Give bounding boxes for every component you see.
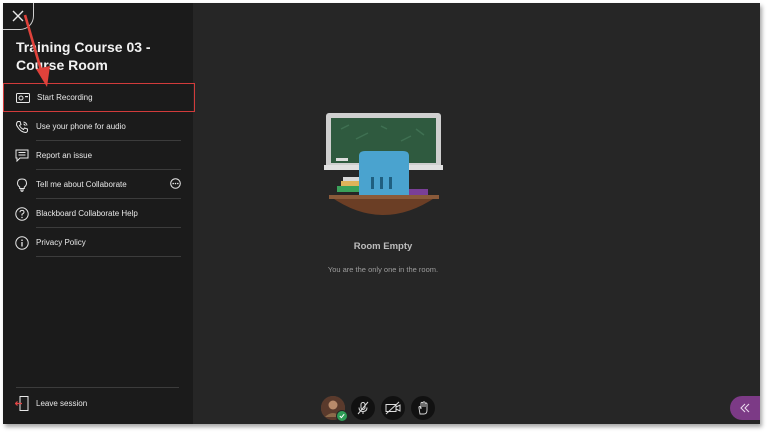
avatar[interactable] — [321, 396, 348, 422]
leave-icon — [15, 395, 29, 411]
start-recording-item[interactable]: Start Recording — [3, 83, 195, 112]
collaborate-window: Training Course 03 - Course Room Start R… — [3, 3, 760, 424]
report-icon — [15, 149, 29, 163]
lightbulb-icon — [15, 177, 29, 192]
menu-item-label: Blackboard Collaborate Help — [36, 209, 138, 218]
info-icon — [15, 235, 29, 250]
collaborate-help-item[interactable]: Blackboard Collaborate Help — [3, 199, 193, 228]
menu-item-label: Start Recording — [37, 93, 93, 102]
menu-item-label: Privacy Policy — [36, 238, 86, 247]
privacy-policy-item[interactable]: Privacy Policy — [3, 228, 193, 257]
chevrons-left-icon — [740, 403, 750, 413]
room-empty-title: Room Empty — [353, 241, 413, 252]
session-title: Training Course 03 - Course Room — [16, 39, 151, 73]
close-icon — [12, 10, 24, 22]
about-collaborate-item[interactable]: Tell me about Collaborate — [3, 170, 193, 199]
menu-item-label: Report an issue — [36, 151, 93, 160]
more-options-icon[interactable] — [170, 178, 181, 191]
raise-hand-button[interactable] — [411, 396, 435, 420]
camera-off-icon — [385, 401, 401, 415]
menu-item-label: Tell me about Collaborate — [36, 180, 127, 189]
menu-item-label: Use your phone for audio — [36, 122, 126, 131]
close-menu-button[interactable] — [3, 3, 34, 30]
leave-session-button[interactable]: Leave session — [3, 388, 193, 418]
room-empty-subtitle: You are the only one in the room. — [327, 265, 439, 274]
hand-icon — [418, 401, 428, 415]
session-controls — [321, 396, 435, 422]
divider — [36, 256, 181, 257]
microphone-toggle[interactable] — [351, 396, 375, 420]
help-icon — [15, 206, 29, 221]
camera-toggle[interactable] — [381, 396, 405, 420]
leave-session-label: Leave session — [36, 398, 88, 408]
empty-room-illustration — [321, 111, 446, 231]
session-menu: Start Recording Use your phone for audio… — [3, 83, 195, 257]
phone-icon — [15, 120, 29, 134]
report-issue-item[interactable]: Report an issue — [3, 141, 193, 170]
microphone-off-icon — [357, 401, 369, 415]
status-check-icon — [336, 410, 348, 422]
record-icon — [16, 91, 30, 105]
session-menu-panel: Training Course 03 - Course Room Start R… — [3, 3, 195, 424]
open-collaborate-panel-button[interactable] — [730, 396, 760, 420]
phone-audio-item[interactable]: Use your phone for audio — [3, 112, 193, 141]
